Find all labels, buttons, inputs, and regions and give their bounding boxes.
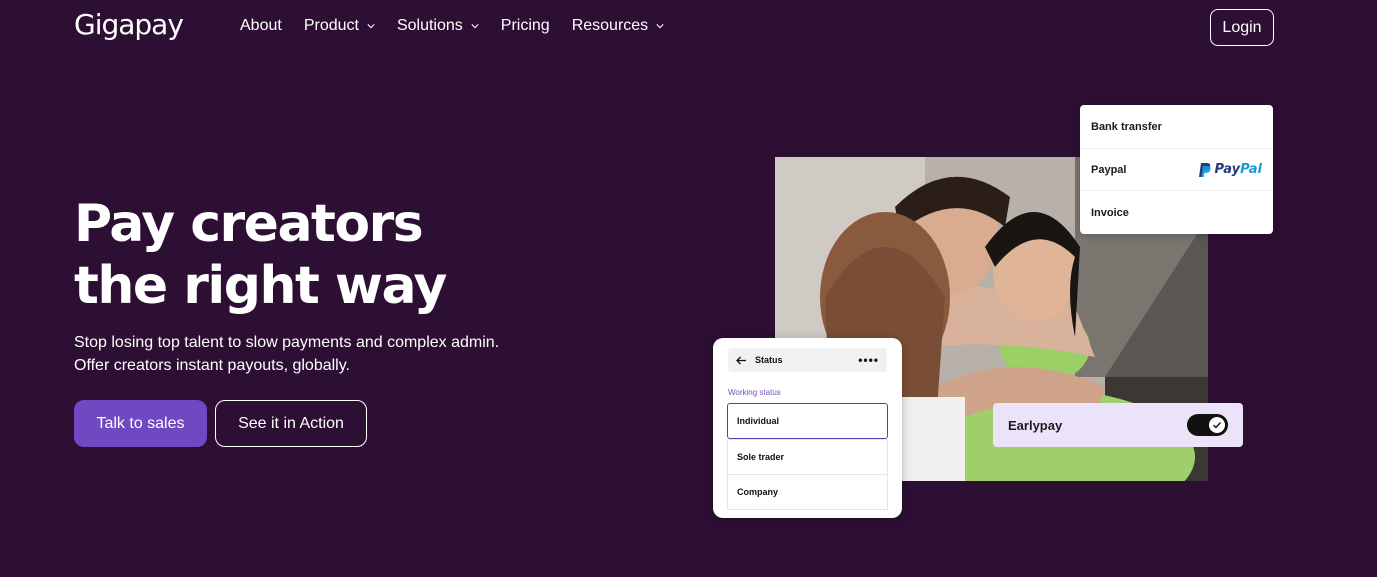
nav-resources[interactable]: Resources xyxy=(572,17,664,35)
paypal-logo: Pay Pal xyxy=(1198,162,1262,178)
nav-product[interactable]: Product xyxy=(304,17,375,35)
nav-resources-label: Resources xyxy=(571,17,649,34)
check-icon xyxy=(1213,422,1222,429)
nav-solutions-label: Solutions xyxy=(396,17,463,34)
nav-pricing-label: Pricing xyxy=(500,17,550,34)
individual-label: Individual xyxy=(737,416,780,426)
see-in-action-button[interactable]: See it in Action xyxy=(215,400,367,447)
paypal-p-icon xyxy=(1198,162,1211,177)
status-card: Status •••• Working status Individual So… xyxy=(713,338,902,518)
bank-transfer-label: Bank transfer xyxy=(1091,120,1162,133)
nav-product-label: Product xyxy=(303,17,359,34)
nav-about[interactable]: About xyxy=(240,17,282,35)
headline-line-2: the right way xyxy=(74,256,447,316)
sole-trader-label: Sole trader xyxy=(737,452,785,462)
nav-about-label: About xyxy=(240,17,282,34)
company-label: Company xyxy=(737,487,779,497)
login-button[interactable]: Login xyxy=(1210,9,1274,46)
main-nav: About Product Solutions Pricing Resource… xyxy=(240,17,686,35)
paypal-logo-pal: Pal xyxy=(1240,162,1262,177)
gigapay-logo[interactable]: Gigapay xyxy=(74,8,184,41)
status-option-company[interactable]: Company xyxy=(727,474,888,510)
headline-line-1: Pay creators xyxy=(74,194,424,254)
status-header: Status •••• xyxy=(728,348,887,372)
status-title: Status xyxy=(755,355,783,365)
status-option-individual[interactable]: Individual xyxy=(727,403,888,439)
talk-to-sales-button[interactable]: Talk to sales xyxy=(74,400,207,447)
payment-option-bank-transfer[interactable]: Bank transfer xyxy=(1080,105,1273,148)
chevron-down-icon xyxy=(656,24,664,29)
chevron-down-icon xyxy=(367,24,375,29)
arrow-left-icon[interactable] xyxy=(736,356,747,365)
subheadline-line-2: Offer creators instant payouts, globally… xyxy=(74,357,350,374)
toggle-knob xyxy=(1209,417,1225,433)
hero-headline: Pay creators the right way xyxy=(74,193,447,317)
more-options-icon[interactable]: •••• xyxy=(858,353,879,367)
payment-option-invoice[interactable]: Invoice xyxy=(1080,191,1273,234)
nav-solutions[interactable]: Solutions xyxy=(397,17,479,35)
hero-subheadline: Stop losing top talent to slow payments … xyxy=(74,331,499,377)
subheadline-line-1: Stop losing top talent to slow payments … xyxy=(74,334,500,351)
earlypay-label: Earlypay xyxy=(1008,417,1063,433)
chevron-down-icon xyxy=(471,24,479,29)
payment-methods-card: Bank transfer Paypal Pay Pal Invoice xyxy=(1080,105,1273,234)
earlypay-card: Earlypay xyxy=(993,403,1243,447)
paypal-label: Paypal xyxy=(1091,163,1127,176)
status-option-sole-trader[interactable]: Sole trader xyxy=(727,439,888,475)
nav-pricing[interactable]: Pricing xyxy=(501,17,550,35)
earlypay-toggle[interactable] xyxy=(1187,414,1228,436)
payment-option-paypal[interactable]: Paypal Pay Pal xyxy=(1080,148,1273,191)
paypal-logo-pay: Pay xyxy=(1214,162,1241,177)
working-status-label: Working status xyxy=(728,388,781,397)
invoice-label: Invoice xyxy=(1091,206,1129,219)
